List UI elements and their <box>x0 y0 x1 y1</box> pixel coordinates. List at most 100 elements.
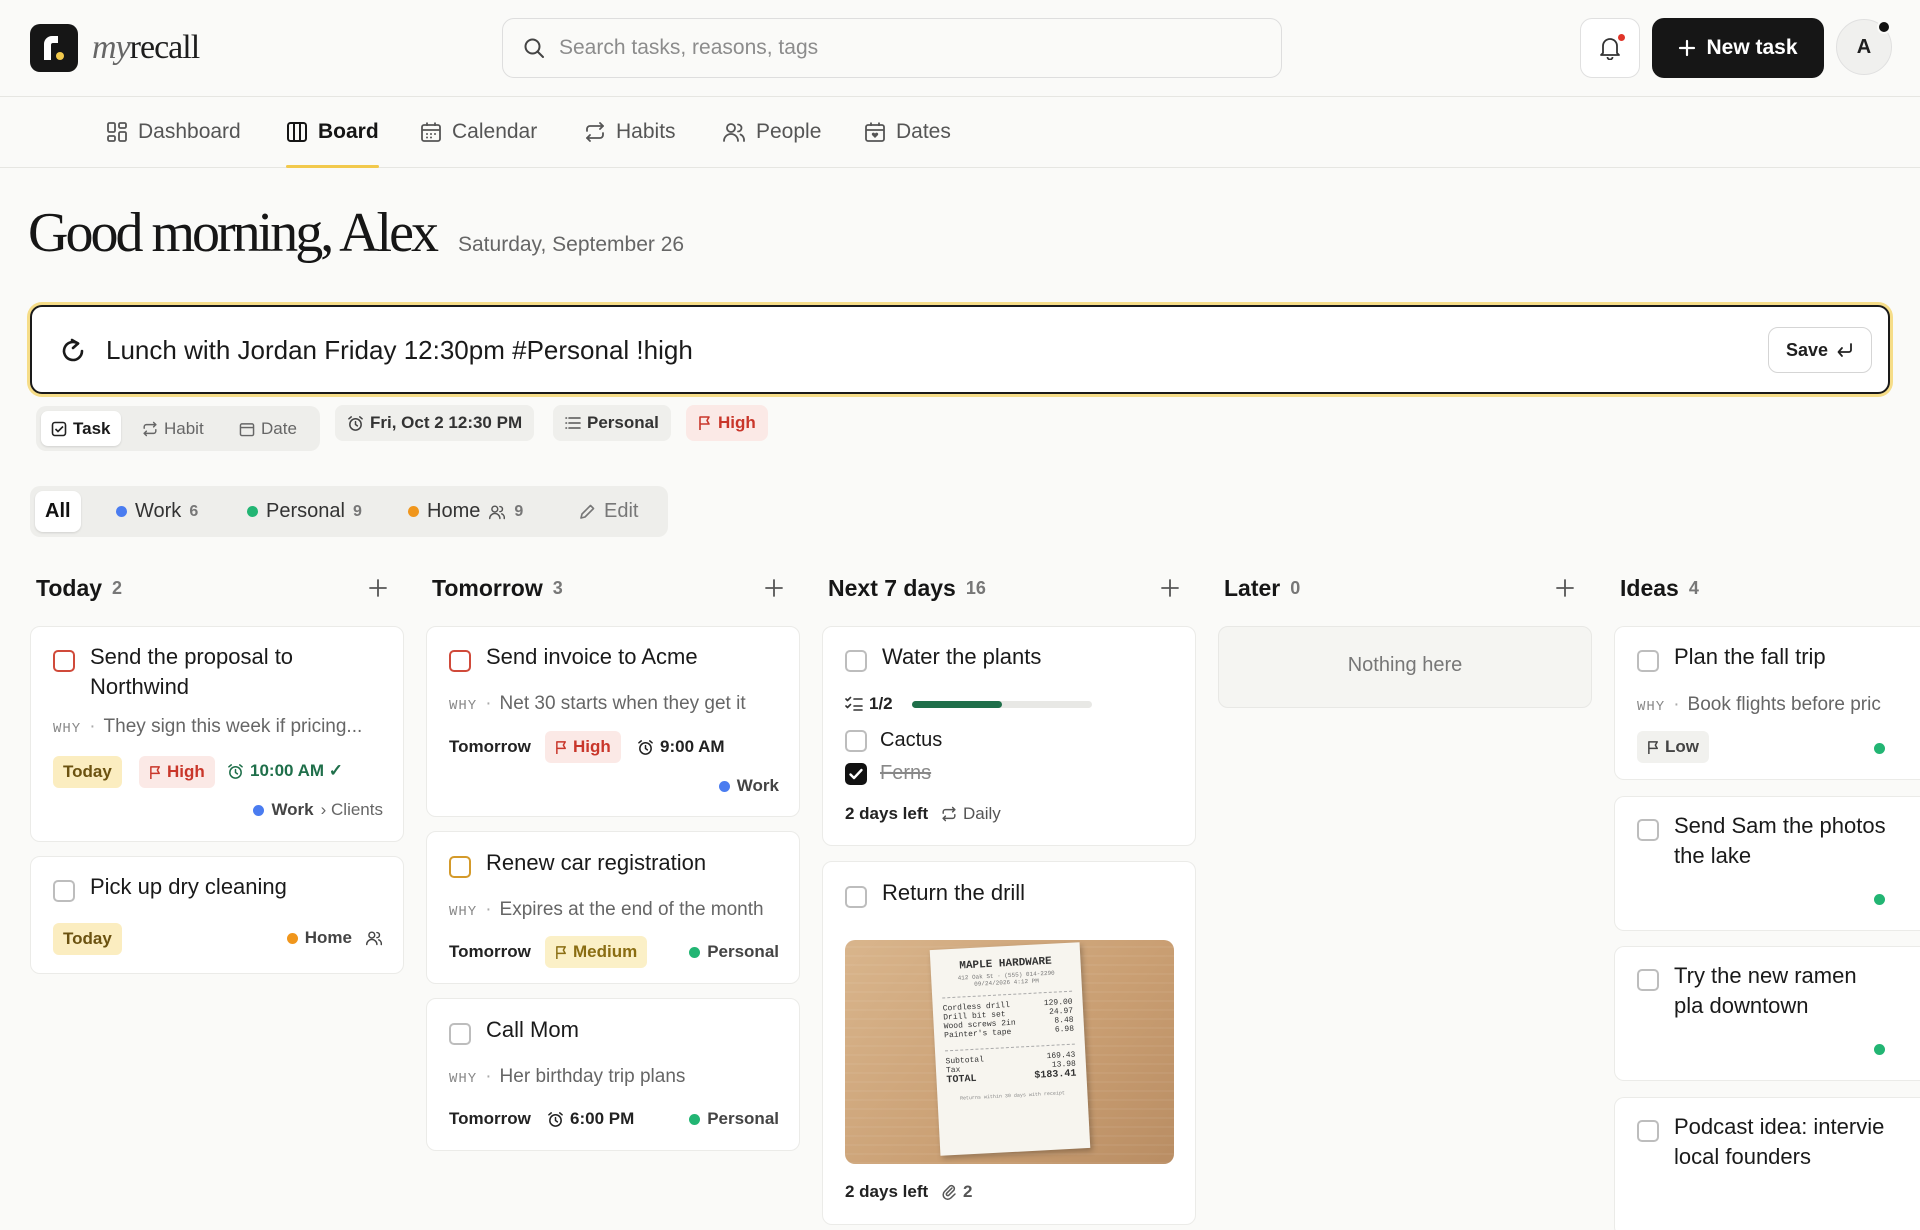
task-checkbox[interactable] <box>1637 650 1659 672</box>
parsed-list-chip[interactable]: Personal <box>553 405 671 441</box>
task-title: Pick up dry cleaning <box>90 874 287 899</box>
task-title: Plan the fall trip <box>1674 644 1826 669</box>
parsed-datetime-chip[interactable]: Fri, Oct 2 12:30 PM <box>335 405 535 441</box>
task-checkbox[interactable] <box>845 886 867 908</box>
greeting-title: Good morning, Alex <box>28 202 439 264</box>
main-nav: Dashboard Board Calendar Habits People D… <box>0 97 1920 168</box>
task-card[interactable]: Renew car registration WHY · Expires at th… <box>426 831 800 984</box>
list-color-dot <box>247 506 258 517</box>
task-card[interactable]: Pick up dry cleaning Today Home <box>30 856 404 974</box>
add-task-next7-button[interactable] <box>1158 576 1182 600</box>
type-label: Date <box>261 418 297 438</box>
task-reason: WHY · Her birthday trip plans <box>449 1066 686 1087</box>
tab-label: Board <box>318 120 379 143</box>
task-title: Call Mom <box>486 1017 579 1042</box>
avatar-initial: A <box>1856 35 1872 58</box>
task-checkbox[interactable] <box>1637 1120 1659 1142</box>
tab-habits[interactable]: Habits <box>584 97 676 167</box>
flag-icon <box>149 765 162 780</box>
list-color-dot <box>1874 743 1885 754</box>
alarm-icon <box>637 739 654 756</box>
alarm-icon <box>347 415 364 432</box>
tab-dates[interactable]: Dates <box>864 97 951 167</box>
column-count: 3 <box>552 577 563 598</box>
subtask-checkbox-checked[interactable] <box>845 763 867 785</box>
column-count: 16 <box>965 577 986 598</box>
task-card[interactable]: Return the drill MAPLE HARDWARE 412 Oak … <box>822 861 1196 1225</box>
receipt-paper: MAPLE HARDWARE 412 Oak St · (555) 014-22… <box>929 942 1091 1156</box>
add-task-later-button[interactable] <box>1553 576 1577 600</box>
type-date-option[interactable]: Date <box>229 411 307 446</box>
tab-calendar[interactable]: Calendar <box>420 97 537 167</box>
tab-board[interactable]: Board <box>286 97 379 168</box>
people-icon <box>488 504 506 520</box>
notifications-button[interactable] <box>1580 18 1640 78</box>
task-checkbox[interactable] <box>1637 819 1659 841</box>
task-card[interactable]: Send Sam the photos the lake <box>1614 796 1920 931</box>
repeat-icon <box>941 806 957 822</box>
list-tag: Personal <box>689 1109 779 1129</box>
progress-fill <box>912 701 1002 708</box>
task-card[interactable]: Send the proposal to Northwind WHY · They … <box>30 626 404 842</box>
task-checkbox[interactable] <box>449 1023 471 1045</box>
search-box[interactable] <box>502 18 1282 78</box>
parsed-priority-chip[interactable]: High <box>686 405 768 441</box>
task-reason: WHY · They sign this week if pricing... <box>53 716 363 737</box>
filter-all[interactable]: All <box>35 491 81 532</box>
task-checkbox[interactable] <box>53 880 75 902</box>
subtask-checkbox[interactable] <box>845 730 867 752</box>
type-habit-option[interactable]: Habit <box>132 411 214 446</box>
task-card[interactable]: Try the new ramen pla downtown <box>1614 946 1920 1081</box>
filter-count: 9 <box>514 502 524 520</box>
filter-personal[interactable]: Personal 9 <box>237 491 372 532</box>
status-dot <box>1877 20 1891 34</box>
list-color-dot <box>408 506 419 517</box>
task-checkbox[interactable] <box>449 650 471 672</box>
column-count: 2 <box>112 577 123 598</box>
task-card[interactable]: Podcast idea: intervie local founders <box>1614 1097 1920 1230</box>
calendar-icon <box>420 121 442 143</box>
task-checkbox[interactable] <box>53 650 75 672</box>
task-reason: WHY · Expires at the end of the month <box>449 899 764 920</box>
task-checkbox[interactable] <box>1637 969 1659 991</box>
quick-add-input[interactable]: Lunch with Jordan Friday 12:30pm #Person… <box>30 305 1890 394</box>
column-count: 4 <box>1688 577 1699 598</box>
column-title: Later <box>1224 574 1281 601</box>
list-color-dot <box>689 1113 701 1125</box>
column-title: Next 7 days <box>828 574 956 601</box>
type-task-option[interactable]: Task <box>41 411 121 446</box>
chip-label: High <box>718 413 756 432</box>
task-title: Send invoice to Acme <box>486 644 698 669</box>
task-card[interactable]: Water the plants 1/2 Cactus Ferns 2 days… <box>822 626 1196 846</box>
search-input[interactable] <box>559 19 1259 76</box>
task-title: Try the new ramen pla downtown <box>1674 963 1857 1018</box>
add-task-today-button[interactable] <box>366 576 390 600</box>
edit-lists-button[interactable]: Edit <box>568 491 648 532</box>
filter-home[interactable]: Home 9 <box>398 491 533 532</box>
new-task-button[interactable]: New task <box>1652 18 1824 78</box>
task-card[interactable]: Send invoice to Acme WHY · Net 30 starts w… <box>426 626 800 817</box>
avatar[interactable]: A <box>1836 19 1892 75</box>
tab-dashboard[interactable]: Dashboard <box>106 97 241 167</box>
list-filter-bar: All Work 6 Personal 9 Home 9 Edit <box>30 486 668 537</box>
task-card[interactable]: Plan the fall trip WHY · Book flights befo… <box>1614 626 1920 780</box>
column-header-ideas: Ideas 4 <box>1620 570 1699 606</box>
column-title: Ideas <box>1620 574 1679 601</box>
tab-people[interactable]: People <box>722 97 821 167</box>
task-checkbox[interactable] <box>449 856 471 878</box>
notification-badge <box>1616 32 1627 43</box>
due-label: 2 days left <box>845 804 929 823</box>
task-checkbox[interactable] <box>845 650 867 672</box>
type-label: Habit <box>164 418 204 438</box>
column-count: 0 <box>1290 577 1301 598</box>
filter-work[interactable]: Work 6 <box>106 491 208 532</box>
task-card[interactable]: Call Mom WHY · Her birthday trip plans Tom… <box>426 998 800 1151</box>
receipt-photo[interactable]: MAPLE HARDWARE 412 Oak St · (555) 014-22… <box>845 940 1174 1164</box>
pencil-icon <box>578 503 596 521</box>
checkbox-icon <box>51 421 67 437</box>
quick-add-text[interactable]: Lunch with Jordan Friday 12:30pm #Person… <box>106 333 693 367</box>
empty-column-placeholder: Nothing here <box>1218 626 1592 708</box>
filter-label: Home <box>427 500 481 522</box>
add-task-tomorrow-button[interactable] <box>762 576 786 600</box>
save-button[interactable]: Save <box>1768 327 1872 373</box>
